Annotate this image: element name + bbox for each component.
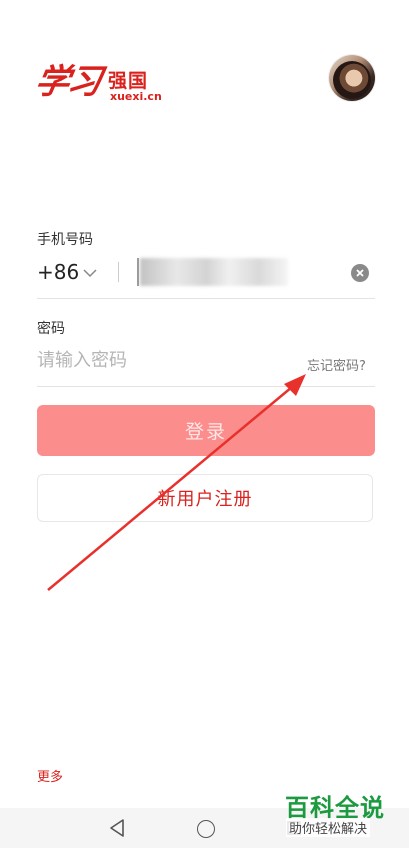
circle-home-icon[interactable] <box>197 820 215 838</box>
register-button[interactable]: 新用户注册 <box>37 474 373 522</box>
triangle-back-icon[interactable] <box>108 818 126 838</box>
avatar[interactable] <box>329 55 375 101</box>
avatar-image <box>333 61 371 99</box>
phone-label: 手机号码 <box>37 232 93 248</box>
password-label: 密码 <box>37 321 65 337</box>
divider <box>118 262 119 282</box>
divider <box>37 298 375 299</box>
watermark-subtitle: 助你轻松解决 <box>286 818 371 837</box>
phone-input-blurred[interactable] <box>140 258 288 286</box>
country-code-selector[interactable]: +86 <box>37 260 79 284</box>
logo-script-text: 学习 <box>31 62 103 102</box>
divider <box>37 386 375 387</box>
logo-en-text: xuexi.cn <box>110 90 162 103</box>
more-link[interactable]: 更多 <box>37 766 63 785</box>
app-logo: 学习 强国 xuexi.cn <box>32 52 166 108</box>
forgot-password-link[interactable]: 忘记密码? <box>307 355 366 374</box>
text-cursor <box>137 258 139 286</box>
close-circle-icon[interactable] <box>351 264 369 282</box>
logo-cn-text: 强国 <box>108 70 149 92</box>
password-input[interactable] <box>37 345 297 375</box>
chevron-down-icon[interactable] <box>83 266 97 280</box>
login-button[interactable]: 登录 <box>37 405 375 456</box>
